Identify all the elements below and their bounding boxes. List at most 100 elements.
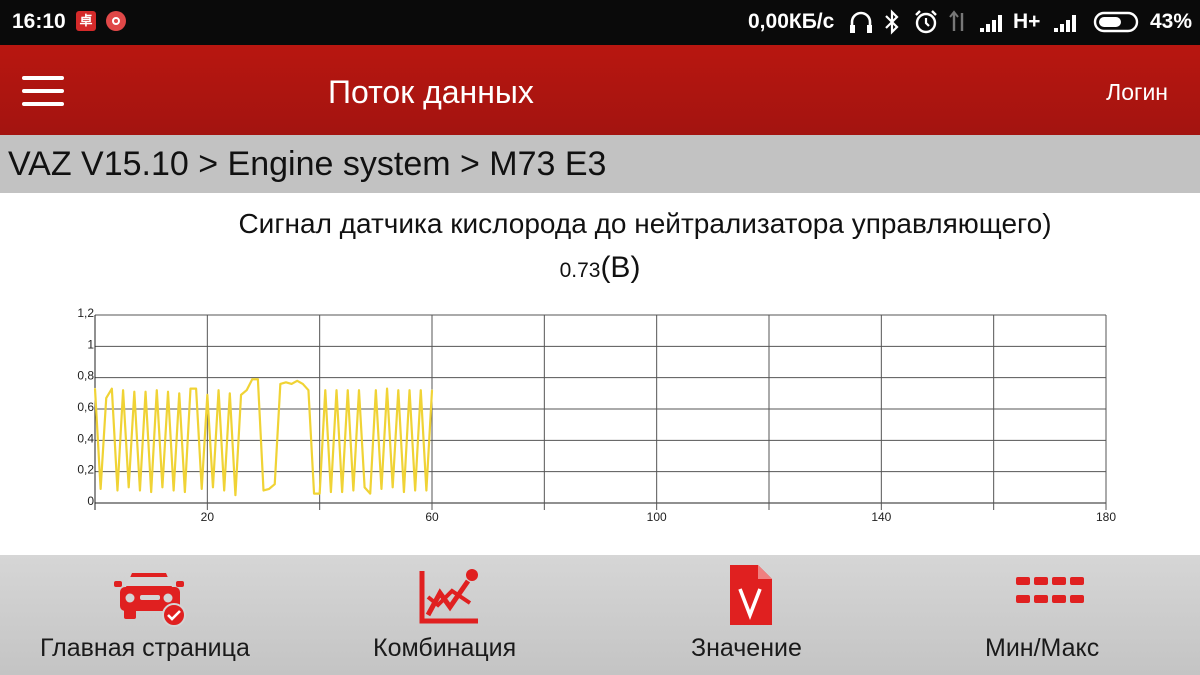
data-point — [251, 378, 254, 381]
y-tick-label: 0,8 — [77, 369, 94, 383]
data-point — [262, 489, 265, 492]
grid-icon — [1016, 577, 1084, 603]
bottom-nav: Главная страница Комбинация Значение Мин… — [0, 555, 1200, 675]
signal-icon-1 — [980, 15, 1002, 32]
data-point — [341, 491, 343, 493]
data-point — [206, 394, 209, 396]
chart-icon — [419, 569, 478, 624]
nav-value-button[interactable]: Значение — [600, 555, 900, 675]
data-point — [369, 492, 372, 495]
x-tick-label: 100 — [647, 510, 667, 524]
data-point — [150, 491, 152, 493]
y-tick-label: 0,2 — [77, 463, 94, 477]
data-point — [223, 489, 225, 492]
nav-home-label: Главная страница — [40, 634, 250, 662]
data-point — [189, 387, 192, 390]
parameter-value-number: 0.73 — [559, 259, 601, 282]
data-point — [431, 389, 433, 391]
data-point — [184, 491, 186, 493]
data-point — [94, 387, 96, 390]
data-point — [425, 489, 428, 492]
data-point — [127, 486, 130, 489]
data-point — [122, 389, 124, 391]
x-tick-label: 180 — [1096, 510, 1116, 524]
y-tick-label: 1,2 — [77, 306, 94, 320]
y-tick-label: 0,4 — [77, 431, 94, 445]
data-point — [167, 390, 169, 393]
y-tick-label: 0 — [87, 494, 94, 508]
data-point — [358, 389, 360, 391]
data-point — [290, 383, 293, 385]
data-point — [313, 492, 315, 495]
signal-icon-2 — [1054, 15, 1076, 32]
data-point — [229, 392, 231, 395]
data-point — [99, 488, 102, 490]
data-point — [245, 389, 248, 391]
data-point — [352, 489, 355, 492]
data-point — [403, 491, 405, 493]
data-point — [335, 389, 338, 391]
net-speed: 0,00КБ/с — [748, 10, 835, 33]
nav-minmax-label: Мин/Макс — [985, 634, 1100, 662]
data-point — [212, 486, 214, 489]
data-point — [133, 390, 136, 393]
app-notification-icon: 卓 — [76, 11, 96, 31]
music-notification-icon — [106, 11, 126, 31]
nav-combination-button[interactable]: Комбинация — [300, 555, 600, 675]
parameter-unit: (В) — [600, 251, 641, 284]
network-type: H+ — [1013, 10, 1041, 33]
data-point — [380, 488, 383, 490]
data-point — [172, 489, 175, 492]
data-point — [116, 489, 119, 492]
data-point — [330, 491, 332, 493]
data-point — [391, 486, 394, 489]
data-point — [285, 381, 287, 384]
data-point — [386, 387, 388, 390]
login-button[interactable]: Логин — [1106, 79, 1168, 106]
data-point — [240, 394, 242, 396]
parameter-name: Сигнал датчика кислорода до нейтрализато… — [238, 208, 1052, 239]
x-tick-label: 20 — [201, 510, 215, 524]
data-point — [234, 494, 237, 496]
data-point — [419, 389, 422, 391]
data-point — [178, 392, 181, 395]
data-point — [346, 389, 349, 391]
data-point — [111, 387, 113, 390]
battery-icon — [1093, 11, 1139, 33]
x-tick-label: 140 — [871, 510, 891, 524]
data-series-line — [93, 378, 434, 497]
page-title: Поток данных — [328, 74, 534, 110]
data-point — [279, 383, 282, 385]
data-point — [397, 389, 400, 391]
menu-icon[interactable] — [22, 76, 64, 106]
data-point — [268, 488, 270, 490]
nav-home-button[interactable]: Главная страница — [0, 555, 300, 675]
car-icon — [114, 573, 186, 627]
data-point — [195, 387, 197, 390]
data-point — [144, 390, 147, 393]
nav-combination-label: Комбинация — [373, 634, 517, 662]
y-tick-label: 1 — [87, 337, 94, 351]
data-point — [414, 489, 416, 492]
data-transfer-icon — [949, 10, 964, 31]
battery-percent: 43% — [1150, 10, 1193, 33]
parameter-value: 0.73(В) — [0, 251, 1200, 285]
data-point — [324, 389, 327, 391]
breadcrumb-text: VAZ V15.10 > Engine system > M73 E3 — [8, 145, 607, 183]
data-point — [217, 389, 220, 391]
data-point — [161, 486, 164, 489]
nav-minmax-button[interactable]: Мин/Макс — [900, 555, 1200, 675]
data-point — [318, 492, 321, 495]
status-time: 16:10 — [12, 10, 66, 33]
document-icon — [730, 565, 772, 625]
breadcrumb: VAZ V15.10 > Engine system > M73 E3 — [0, 135, 1200, 193]
data-point — [257, 378, 259, 381]
status-bar: 16:10 卓 0,00КБ/с H+ 43% — [0, 0, 1200, 45]
data-point — [273, 483, 276, 485]
data-point — [139, 489, 141, 492]
headphones-icon — [850, 11, 872, 33]
alarm-icon — [915, 10, 937, 34]
data-point — [296, 380, 299, 382]
bluetooth-icon — [885, 9, 899, 35]
data-point — [105, 397, 108, 399]
